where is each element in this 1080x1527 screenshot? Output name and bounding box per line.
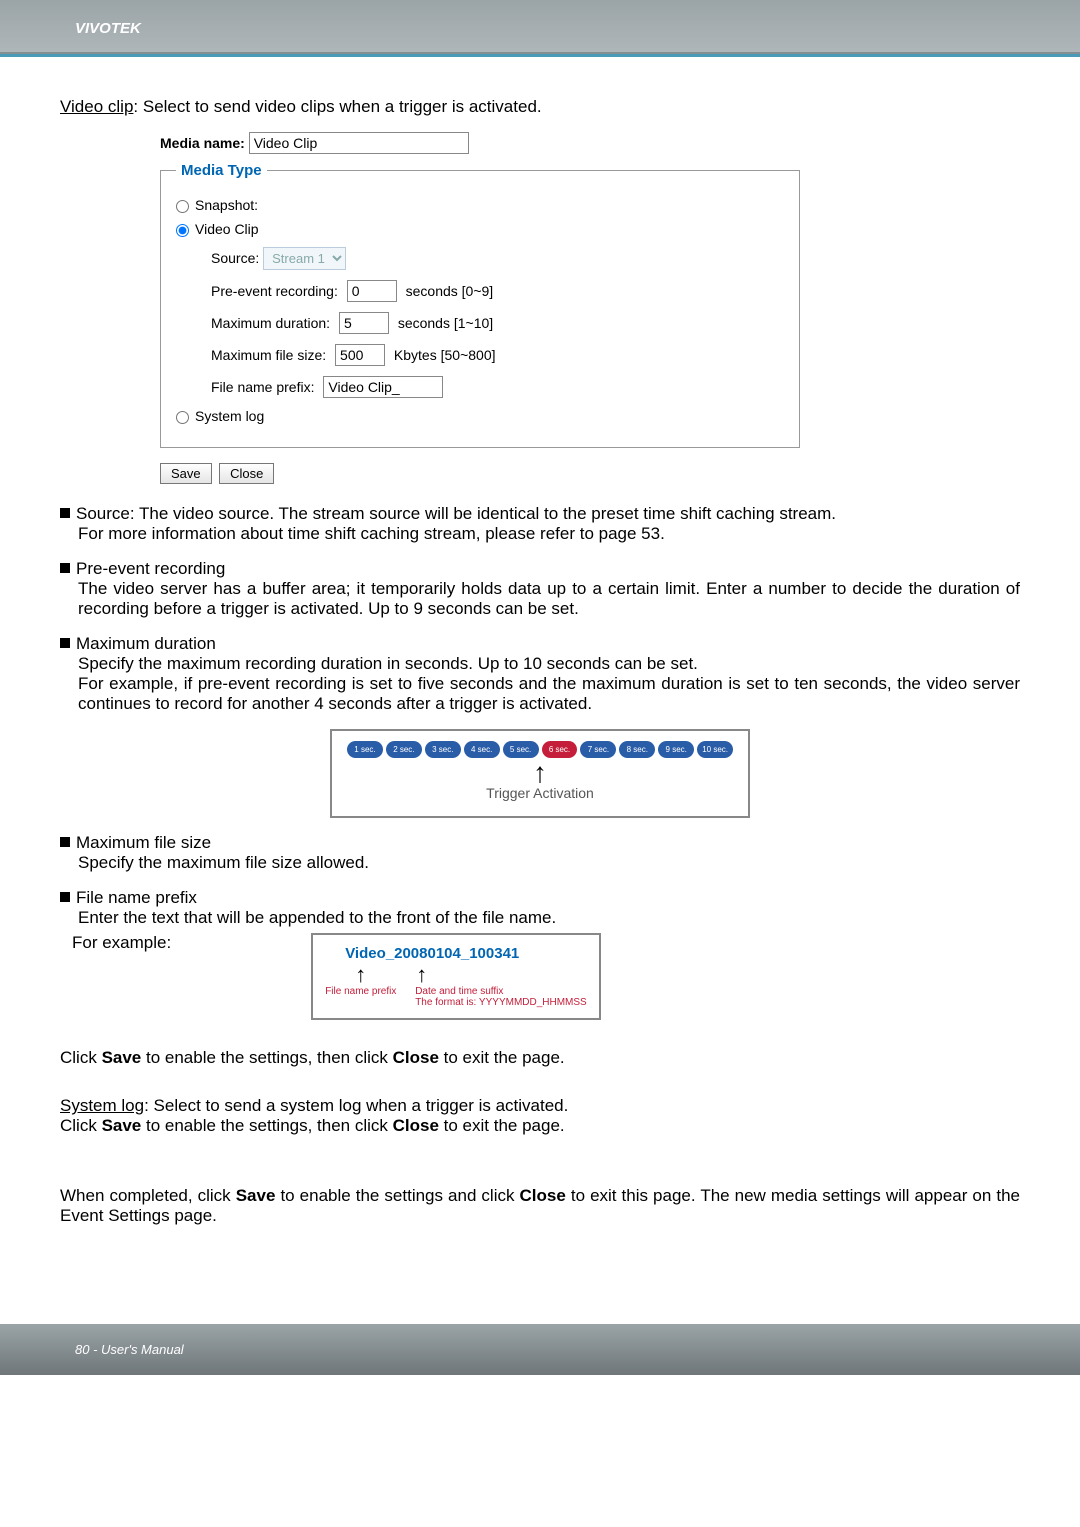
timeline-pill: 9 sec. — [658, 741, 694, 758]
prefix-title: File name prefix — [76, 888, 197, 907]
maxsize-unit: Kbytes [50~800] — [394, 347, 496, 363]
snapshot-radio-row: Snapshot: — [176, 197, 784, 213]
maxdur-body1: Specify the maximum recording duration i… — [78, 654, 1020, 674]
snapshot-radio[interactable] — [176, 200, 189, 213]
arrow-up-icon: ↑ — [355, 966, 366, 984]
closing-para2: Click Save to enable the settings, then … — [60, 1116, 1020, 1136]
maxsize-input[interactable] — [335, 344, 385, 366]
preevent-unit: seconds [0~9] — [406, 283, 494, 299]
bullet-maxsize: Maximum file size Specify the maximum fi… — [60, 833, 1020, 873]
filename-diagram: Video_20080104_100341 ↑ ↑ File name pref… — [311, 933, 601, 1021]
fieldset-legend: Media Type — [176, 162, 267, 179]
close-button[interactable]: Close — [219, 463, 274, 484]
source-row: Source: Stream 1 — [211, 247, 784, 270]
bullet-icon — [60, 638, 70, 648]
buttons-row: Save Close — [160, 463, 1020, 484]
bullet-icon — [60, 563, 70, 573]
filename-labels: File name prefix Date and time suffix Th… — [325, 986, 587, 1008]
videoclip-fields: Source: Stream 1 Pre-event recording: se… — [211, 247, 784, 398]
page-content: Video clip: Select to send video clips w… — [0, 57, 1080, 1284]
preevent-input[interactable] — [347, 280, 397, 302]
bullet-icon — [60, 508, 70, 518]
maxdur-body2: For example, if pre-event recording is s… — [78, 674, 1020, 714]
timeline-pill: 3 sec. — [425, 741, 461, 758]
save-button[interactable]: Save — [160, 463, 212, 484]
videoclip-radio[interactable] — [176, 224, 189, 237]
preevent-label: Pre-event recording: — [211, 283, 338, 299]
syslog-radio[interactable] — [176, 411, 189, 424]
bullet-maxdur: Maximum duration Specify the maximum rec… — [60, 634, 1020, 714]
maxdur-title: Maximum duration — [76, 634, 216, 653]
filename-label3: The format is: YYYYMMDD_HHMMSS — [415, 997, 587, 1008]
prefix-row: File name prefix: — [211, 376, 784, 398]
filename-label1: File name prefix — [325, 986, 415, 1008]
maxsize-label: Maximum file size: — [211, 347, 326, 363]
timeline-pill: 4 sec. — [464, 741, 500, 758]
arrow-up-icon: ↑ — [416, 966, 427, 984]
videoclip-radio-row: Video Clip — [176, 221, 784, 237]
maxdur-unit: seconds [1~10] — [398, 315, 493, 331]
for-example-label: For example: — [72, 933, 171, 953]
intro-underlined: Video clip — [60, 97, 133, 116]
preevent-body: The video server has a buffer area; it t… — [78, 579, 1020, 619]
footer-text: 80 - User's Manual — [75, 1342, 184, 1357]
preevent-row: Pre-event recording: seconds [0~9] — [211, 280, 784, 302]
intro-line: Video clip: Select to send video clips w… — [60, 97, 1020, 117]
bullet-source: Source: The video source. The stream sou… — [60, 504, 1020, 544]
prefix-label: File name prefix: — [211, 379, 314, 395]
bullet-icon — [60, 837, 70, 847]
arrow-up-icon: ↑ — [347, 763, 733, 783]
bullet-icon — [60, 892, 70, 902]
closing-para1: Click Save to enable the settings, then … — [60, 1048, 1020, 1068]
timeline-diagram: 1 sec.2 sec.3 sec.4 sec.5 sec.6 sec.7 se… — [330, 729, 750, 818]
syslog-rest: : Select to send a system log when a tri… — [144, 1096, 568, 1115]
prefix-body: Enter the text that will be appended to … — [78, 908, 1020, 928]
preevent-title: Pre-event recording — [76, 559, 225, 578]
timeline-pill: 7 sec. — [580, 741, 616, 758]
closing-final: When completed, click Save to enable the… — [60, 1186, 1020, 1226]
syslog-radio-row: System log — [176, 408, 784, 424]
videoclip-label: Video Clip — [195, 221, 259, 237]
timeline-pill: 10 sec. — [697, 741, 733, 758]
media-name-row: Media name: — [160, 132, 1020, 154]
for-example-row: For example: Video_20080104_100341 ↑ ↑ F… — [60, 928, 1020, 1021]
maxsize-row: Maximum file size: Kbytes [50~800] — [211, 344, 784, 366]
page-header: VIVOTEK — [0, 0, 1080, 54]
syslog-underlined: System log — [60, 1096, 144, 1115]
maxsize-title: Maximum file size — [76, 833, 211, 852]
timeline-pills: 1 sec.2 sec.3 sec.4 sec.5 sec.6 sec.7 se… — [347, 741, 733, 758]
filename-label2: Date and time suffix — [415, 986, 587, 997]
media-name-input[interactable] — [249, 132, 469, 154]
maxdur-row: Maximum duration: seconds [1~10] — [211, 312, 784, 334]
bullet-prefix: File name prefix Enter the text that wil… — [60, 888, 1020, 1021]
filename-arrows: ↑ ↑ — [355, 966, 587, 984]
bullet-preevent: Pre-event recording The video server has… — [60, 559, 1020, 619]
timeline-pill: 1 sec. — [347, 741, 383, 758]
brand-label: VIVOTEK — [0, 20, 1080, 42]
filename-label-col2: Date and time suffix The format is: YYYY… — [415, 986, 587, 1008]
syslog-line: System log: Select to send a system log … — [60, 1096, 1020, 1116]
timeline-pill: 5 sec. — [503, 741, 539, 758]
trigger-caption: Trigger Activation — [347, 785, 733, 801]
source-label: Source: — [211, 250, 259, 266]
media-type-fieldset: Media Type Snapshot: Video Clip Source: … — [160, 162, 800, 448]
timeline-pill: 8 sec. — [619, 741, 655, 758]
snapshot-label: Snapshot: — [195, 197, 258, 213]
syslog-label: System log — [195, 408, 264, 424]
source-select[interactable]: Stream 1 — [263, 247, 346, 270]
intro-rest: : Select to send video clips when a trig… — [133, 97, 541, 116]
timeline-pill: 6 sec. — [542, 741, 578, 758]
page-footer: 80 - User's Manual — [0, 1324, 1080, 1375]
maxsize-body: Specify the maximum file size allowed. — [78, 853, 1020, 873]
timeline-pill: 2 sec. — [386, 741, 422, 758]
form-panel: Media name: Media Type Snapshot: Video C… — [160, 132, 1020, 484]
source-body: For more information about time shift ca… — [78, 524, 1020, 544]
maxdur-label: Maximum duration: — [211, 315, 330, 331]
prefix-input[interactable] — [323, 376, 443, 398]
media-name-label: Media name: — [160, 135, 245, 151]
maxdur-input[interactable] — [339, 312, 389, 334]
source-title: Source: The video source. The stream sou… — [76, 504, 836, 523]
filename-example: Video_20080104_100341 — [345, 945, 587, 962]
